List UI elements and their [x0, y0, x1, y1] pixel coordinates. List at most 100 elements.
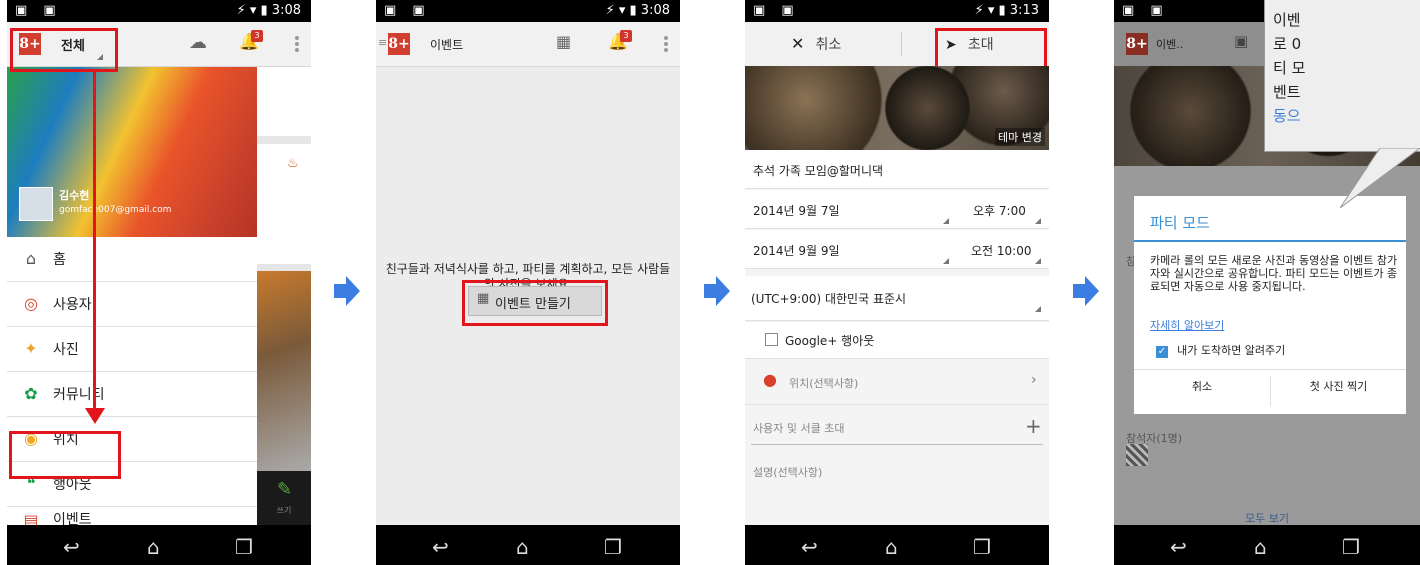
- back-icon[interactable]: ↩: [432, 535, 449, 559]
- add-event-icon[interactable]: ▦: [556, 32, 571, 51]
- home-nav-icon[interactable]: ⌂: [885, 535, 898, 559]
- theme-banner: 테마 변경: [745, 66, 1049, 150]
- flow-arrow-1: [334, 276, 360, 306]
- back-icon[interactable]: ↩: [1170, 535, 1187, 559]
- people-icon: ◎: [24, 294, 38, 313]
- pencil-icon: ✎: [277, 479, 293, 500]
- notification-icons: ▣ ▣: [753, 3, 800, 18]
- back-icon[interactable]: ↩: [63, 535, 80, 559]
- location-placeholder: 위치(선택사항): [789, 377, 859, 390]
- dropdown-indicator: [1035, 258, 1041, 264]
- page-title: 이벤트: [430, 38, 464, 52]
- start-time-value[interactable]: 오후 7:00: [973, 202, 1026, 219]
- start-date-value[interactable]: 2014년 9월 7일: [753, 202, 840, 219]
- google-plus-logo[interactable]: 8+: [388, 33, 410, 55]
- tooltip-line: 벤트: [1273, 83, 1301, 101]
- change-theme-button[interactable]: 테마 변경: [995, 128, 1045, 146]
- status-time: 3:08: [271, 3, 301, 18]
- highlight-hangouts: [9, 431, 121, 479]
- write-button[interactable]: ✎ 쓰기: [257, 471, 311, 526]
- dropdown-indicator: [943, 258, 949, 264]
- end-time-value[interactable]: 오전 10:00: [971, 242, 1031, 259]
- invite-people-field[interactable]: 사용자 및 서클 초대 +: [751, 408, 1043, 445]
- take-first-photo-button[interactable]: 첫 사진 찍기: [1271, 370, 1406, 414]
- location-field[interactable]: ● 위치(선택사항) ›: [745, 360, 1049, 405]
- cancel-label: 취소: [815, 37, 842, 53]
- system-nav-bar: ↩ ⌂ ❐: [376, 525, 680, 565]
- recents-icon[interactable]: ❐: [604, 535, 622, 559]
- tooltip-link[interactable]: 동으: [1273, 105, 1301, 126]
- notification-badge: 3: [620, 30, 632, 42]
- map-pin-icon: ●: [763, 370, 777, 389]
- system-nav-bar: ↩ ⌂ ❐: [745, 525, 1049, 565]
- end-date-value[interactable]: 2014년 9월 9일: [753, 242, 840, 259]
- communities-icon: ✿: [24, 384, 38, 403]
- notification-icons: ▣ ▣: [15, 3, 62, 18]
- screen-1-nav-drawer: ▣ ▣ ⚡ ▾ ▮ 3:08 ♨ ✎ 쓰기 8+ 전체 ☁ 🔔 3 김수현 go…: [7, 0, 311, 565]
- description-field[interactable]: 설명(선택사항): [753, 464, 822, 480]
- start-row: 2014년 9월 7일 오후 7:00: [745, 190, 1049, 229]
- tooltip-line: 로 0: [1273, 35, 1302, 53]
- write-label: 쓰기: [276, 506, 292, 515]
- flow-arrow-3: [1073, 276, 1099, 306]
- see-all-link[interactable]: 모두 보기: [1114, 510, 1420, 526]
- hangout-checkbox-row[interactable]: Google+ 행아웃: [745, 322, 1049, 359]
- nav-item-home[interactable]: ⌂ 홈: [7, 237, 257, 282]
- home-nav-icon[interactable]: ⌂: [1254, 535, 1267, 559]
- home-nav-icon[interactable]: ⌂: [147, 535, 160, 559]
- chevron-right-icon: ›: [1031, 372, 1037, 388]
- close-icon: ✕: [791, 34, 805, 53]
- nav-item-people[interactable]: ◎ 사용자: [7, 282, 257, 327]
- cancel-button[interactable]: ✕ 취소: [791, 34, 841, 54]
- recents-icon[interactable]: ❐: [1342, 535, 1360, 559]
- home-icon: ⌂: [25, 249, 37, 268]
- status-bar: ▣ ▣ ⚡ ▾ ▮ 3:08: [376, 0, 680, 22]
- google-plus-logo[interactable]: 8+: [1126, 33, 1148, 55]
- tooltip-pointer: [1340, 148, 1420, 208]
- party-mode-dialog: 파티 모드 카메라 롤의 모든 새로운 사진과 동영상을 이벤트 참가자와 실시…: [1134, 196, 1406, 414]
- highlight-create-event: [462, 280, 608, 326]
- home-nav-icon[interactable]: ⌂: [516, 535, 529, 559]
- overflow-menu-icon[interactable]: [295, 36, 299, 54]
- annotation-arrow-line: [93, 72, 96, 412]
- status-right: ⚡ ▾ ▮ 3:08: [605, 3, 670, 18]
- end-row: 2014년 9월 9일 오전 10:00: [745, 230, 1049, 269]
- screen-3-create-event: ▣ ▣ ⚡ ▾ ▮ 3:13 ✕ 취소 ➤ 초대 테마 변경 추석 가족 모임@…: [745, 0, 1049, 565]
- recents-icon[interactable]: ❐: [973, 535, 991, 559]
- notify-checkbox-row[interactable]: ✓ 내가 도착하면 알려주기: [1156, 339, 1285, 358]
- hangout-checkbox[interactable]: [765, 333, 778, 346]
- notification-badge: 3: [251, 30, 263, 42]
- checkbox-checked-icon[interactable]: ✓: [1156, 346, 1168, 358]
- event-name-field[interactable]: 추석 가족 모임@할머니댁: [745, 150, 1049, 189]
- timezone-value: (UTC+9:00) 대한민국 표준시: [751, 292, 907, 306]
- notify-checkbox-label: 내가 도착하면 알려주기: [1177, 344, 1286, 357]
- photos-icon: ✦: [24, 339, 38, 358]
- nav-label: 사진: [53, 342, 79, 358]
- back-icon[interactable]: ↩: [801, 535, 818, 559]
- status-bar: ▣ ▣ ⚡ ▾ ▮ 3:13: [745, 0, 1049, 22]
- nav-item-communities[interactable]: ✿ 커뮤니티: [7, 372, 257, 417]
- dropdown-indicator: [943, 218, 949, 224]
- overflow-menu-icon[interactable]: [664, 36, 668, 54]
- add-photo-icon[interactable]: ▣: [1234, 32, 1248, 50]
- drawer-toggle-icon[interactable]: ≡: [378, 36, 387, 49]
- timezone-field[interactable]: (UTC+9:00) 대한민국 표준시: [745, 276, 1049, 321]
- system-nav-bar: ↩ ⌂ ❐: [1114, 525, 1420, 565]
- nav-label: 사용자: [53, 297, 92, 313]
- status-bar: ▣ ▣ ⚡ ▾ ▮ 3:08: [7, 0, 311, 22]
- screen-4-party-mode: ▣ ▣ ⚡ ▾ 8+ 이벤.. ▣ ✉ 참 파티 모드 카메라 롤의 모든 새로…: [1114, 0, 1420, 565]
- learn-more-link[interactable]: 자세히 알아보기: [1150, 317, 1224, 333]
- flow-arrow-2: [704, 276, 730, 306]
- nav-label: 홈: [53, 252, 66, 268]
- notification-icons: ▣ ▣: [1122, 3, 1169, 18]
- attendee-avatar[interactable]: [1126, 444, 1148, 466]
- plus-icon[interactable]: +: [1025, 414, 1042, 438]
- circles-icon[interactable]: ☁: [189, 32, 207, 53]
- nav-label: 커뮤니티: [53, 387, 105, 403]
- nav-item-photos[interactable]: ✦ 사진: [7, 327, 257, 372]
- event-name-value: 추석 가족 모임@할머니댁: [753, 164, 884, 178]
- avatar[interactable]: [19, 187, 53, 221]
- dialog-cancel-button[interactable]: 취소: [1134, 370, 1270, 414]
- recents-icon[interactable]: ❐: [235, 535, 253, 559]
- dialog-body: 카메라 롤의 모든 새로운 사진과 동영상을 이벤트 참가자와 실시간으로 공유…: [1150, 254, 1398, 293]
